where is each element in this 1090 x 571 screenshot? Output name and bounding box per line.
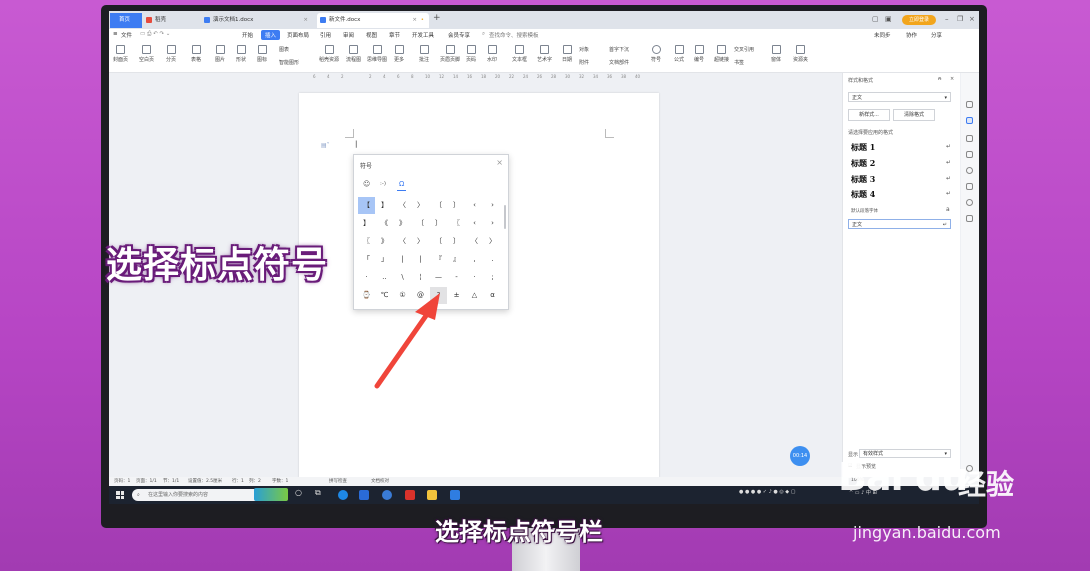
baidu-watermark: Bai du 经验 jingyan.baidu.com — [838, 455, 1014, 542]
overlay-caption-left: 选择标点符号 — [106, 245, 329, 286]
watermark-jingyan: 经验 — [958, 468, 1015, 501]
baidu-logo-text: Bai du — [838, 455, 968, 499]
arrow-head — [415, 293, 440, 320]
watermark-url: jingyan.baidu.com — [853, 523, 1001, 542]
overlay-caption-bottom: 选择标点符号栏 — [435, 518, 603, 546]
arrow-shaft — [374, 307, 433, 389]
